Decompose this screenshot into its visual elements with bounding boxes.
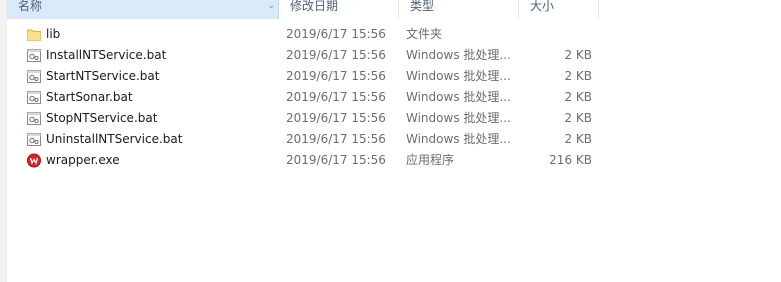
file-name: StartSonar.bat [46,90,133,104]
column-header-date[interactable]: 修改日期 [279,0,399,19]
file-size: 2 KB [564,111,592,125]
file-row[interactable]: StopNTService.bat 2019/6/17 15:56 Window… [0,108,781,129]
file-type: 应用程序 [406,153,455,167]
file-name: wrapper.exe [46,153,120,167]
file-name: UninstallNTService.bat [46,132,183,146]
file-name: StartNTService.bat [46,69,160,83]
column-header-name-label: 名称 [18,0,43,13]
file-date: 2019/6/17 15:56 [286,48,386,62]
file-type: Windows 批处理... [406,69,511,83]
file-date: 2019/6/17 15:56 [286,69,386,83]
file-type: Windows 批处理... [406,132,511,146]
file-row[interactable]: InstallNTService.bat 2019/6/17 15:56 Win… [0,45,781,66]
file-row[interactable]: UninstallNTService.bat 2019/6/17 15:56 W… [0,129,781,150]
file-date: 2019/6/17 15:56 [286,27,386,41]
column-header-bar: 名称 ⌄ 修改日期 类型 大小 [7,0,607,19]
file-type: Windows 批处理... [406,48,511,62]
sort-chevron-icon: ⌄ [267,1,275,11]
file-size: 216 KB [549,153,592,167]
batch-file-icon [27,90,41,105]
file-list: lib 2019/6/17 15:56 文件夹 InstallNTService… [0,24,781,171]
batch-file-icon [27,111,41,126]
column-header-type[interactable]: 类型 [399,0,519,19]
file-row[interactable]: lib 2019/6/17 15:56 文件夹 [0,24,781,45]
file-type: Windows 批处理... [406,111,511,125]
file-size [520,24,592,45]
column-header-size-label: 大小 [530,0,555,13]
file-type: Windows 批处理... [406,90,511,104]
column-header-type-label: 类型 [410,0,435,13]
folder-icon [27,27,41,42]
column-header-size[interactable]: 大小 [519,0,599,19]
file-size: 2 KB [564,132,592,146]
file-name: StopNTService.bat [46,111,158,125]
file-date: 2019/6/17 15:56 [286,153,386,167]
file-name: InstallNTService.bat [46,48,167,62]
batch-file-icon [27,48,41,63]
file-size: 2 KB [564,90,592,104]
file-row[interactable]: wrapper.exe 2019/6/17 15:56 应用程序 216 KB [0,150,781,171]
file-date: 2019/6/17 15:56 [286,132,386,146]
file-size: 2 KB [564,48,592,62]
file-size: 2 KB [564,69,592,83]
file-date: 2019/6/17 15:56 [286,90,386,104]
file-date: 2019/6/17 15:56 [286,111,386,125]
column-header-name[interactable]: 名称 ⌄ [7,0,279,19]
wrapper-app-icon [27,153,41,168]
file-explorer-list-pane: 名称 ⌄ 修改日期 类型 大小 lib 2019/6/17 15:56 文件夹 [0,0,781,282]
column-header-date-label: 修改日期 [290,0,339,13]
file-name: lib [46,27,61,41]
batch-file-icon [27,69,41,84]
file-row[interactable]: StartSonar.bat 2019/6/17 15:56 Windows 批… [0,87,781,108]
file-row[interactable]: StartNTService.bat 2019/6/17 15:56 Windo… [0,66,781,87]
batch-file-icon [27,132,41,147]
file-type: 文件夹 [406,27,443,41]
